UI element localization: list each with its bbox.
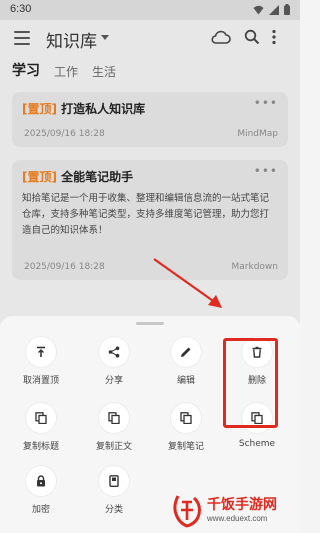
chevron-down-icon[interactable] <box>101 35 109 40</box>
battery-icon <box>284 4 290 15</box>
more-icon[interactable]: ••• <box>254 164 278 178</box>
status-icons <box>253 4 290 15</box>
unpin-icon <box>37 346 45 357</box>
delete-highlight-box <box>223 338 278 428</box>
main-screen: 知识库 学习 工作 生活 [置顶] 打造私人知识库 ••• 2025/09/16… <box>0 20 300 533</box>
copy-icon <box>180 412 192 424</box>
action-label: 取消置顶 <box>22 376 59 386</box>
status-time: 6:30 <box>10 3 32 15</box>
note-title: 全能笔记助手 <box>61 170 134 184</box>
note-type: MindMap <box>237 129 278 139</box>
lock-icon <box>37 475 45 487</box>
more-icon[interactable]: ••• <box>254 96 278 110</box>
status-bar: 6:30 <box>0 0 300 20</box>
note-type: Markdown <box>231 262 278 272</box>
tab-work[interactable]: 工作 <box>54 63 78 80</box>
note-date: 2025/09/16 18:28 <box>24 129 105 139</box>
category-tabs: 学习 工作 生活 <box>12 60 130 80</box>
action-label: 编辑 <box>176 376 195 386</box>
signal-icon <box>269 4 279 15</box>
app-bar: 知识库 <box>0 20 300 58</box>
more-vertical-icon[interactable] <box>271 29 277 45</box>
search-icon[interactable] <box>244 29 260 45</box>
edit-button[interactable]: 编辑 <box>151 337 221 386</box>
action-label: 分享 <box>104 376 123 386</box>
copy-title-button[interactable]: 复制标题 <box>6 403 76 452</box>
note-date: 2025/09/16 18:28 <box>24 262 105 272</box>
copy-note-button[interactable]: 复制笔记 <box>151 403 221 452</box>
action-label: 分类 <box>104 505 123 515</box>
copy-icon <box>108 412 120 424</box>
note-body: 知拾笔记是一个用于收集、整理和编辑信息流的一站式笔记仓库，支持多种笔记类型，支持… <box>22 193 270 236</box>
menu-icon[interactable] <box>14 31 30 45</box>
tab-life[interactable]: 生活 <box>92 63 116 80</box>
category-button[interactable]: 分类 <box>79 466 149 515</box>
note-title: 打造私人知识库 <box>61 102 146 116</box>
action-label: Scheme <box>238 439 276 449</box>
action-label: 复制笔记 <box>167 442 204 452</box>
copy-body-button[interactable]: 复制正文 <box>79 403 149 452</box>
action-label: 复制正文 <box>95 442 132 452</box>
drag-handle[interactable] <box>136 322 164 325</box>
action-label: 加密 <box>31 505 50 515</box>
library-title[interactable]: 知识库 <box>46 27 97 52</box>
note-title-line: [置顶] 打造私人知识库 <box>22 100 278 117</box>
note-card[interactable]: [置顶] 打造私人知识库 ••• 2025/09/16 18:28 MindMa… <box>12 92 288 147</box>
copy-icon <box>35 412 47 424</box>
watermark-text: 千饭手游网 <box>207 497 277 513</box>
pinned-tag: [置顶] <box>22 170 57 184</box>
watermark-url: www.eduext.com <box>207 514 268 523</box>
watermark-logo <box>173 495 201 528</box>
note-title-line: [置顶] 全能笔记助手 <box>22 168 278 185</box>
cloud-sync-icon[interactable] <box>211 29 231 45</box>
category-icon <box>109 475 119 487</box>
share-button[interactable]: 分享 <box>79 337 149 386</box>
unpin-button[interactable]: 取消置顶 <box>6 337 76 386</box>
pinned-tag: [置顶] <box>22 102 57 116</box>
annotation-arrow <box>153 258 222 308</box>
action-label: 复制标题 <box>22 442 59 452</box>
edit-icon <box>181 347 191 357</box>
site-watermark: 千饭手游网 www.eduext.com <box>170 492 300 533</box>
tab-study[interactable]: 学习 <box>12 60 40 80</box>
encrypt-button[interactable]: 加密 <box>6 466 76 515</box>
share-icon <box>108 346 120 358</box>
wifi-icon <box>253 5 264 14</box>
